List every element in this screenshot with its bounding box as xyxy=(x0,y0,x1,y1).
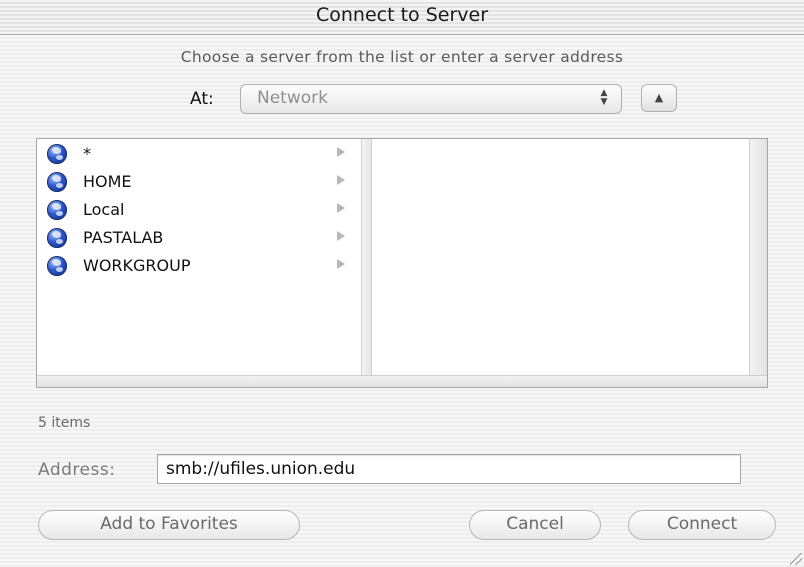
network-globe-icon xyxy=(47,172,67,192)
item-count: 5 items xyxy=(38,415,91,431)
disclosure-arrow-icon xyxy=(337,231,345,241)
list-item-label: WORKGROUP xyxy=(83,256,191,275)
disclosure-arrow-icon xyxy=(337,259,345,269)
go-up-button[interactable]: ▲ xyxy=(641,84,677,112)
list-item-label: * xyxy=(83,144,91,163)
list-item-label: Local xyxy=(83,200,125,219)
column-resize-handle-2[interactable] xyxy=(749,139,767,387)
server-browser[interactable]: * HOME Local PASTALAB WORKGROUP xyxy=(36,138,768,388)
instruction-text: Choose a server from the list or enter a… xyxy=(180,48,624,66)
address-field[interactable]: smb://ufiles.union.edu xyxy=(157,454,741,484)
at-label: At: xyxy=(190,89,214,109)
network-globe-icon xyxy=(47,228,67,248)
disclosure-arrow-icon xyxy=(337,147,345,157)
window-title: Connect to Server xyxy=(315,4,489,26)
location-popup-value: Network xyxy=(257,88,328,108)
list-item-pastalab[interactable]: PASTALAB xyxy=(47,226,357,252)
list-item-star[interactable]: * xyxy=(47,142,357,168)
address-label: Address: xyxy=(38,460,116,480)
list-item-label: HOME xyxy=(83,172,132,191)
disclosure-arrow-icon xyxy=(337,175,345,185)
list-item-label: PASTALAB xyxy=(83,228,164,247)
network-globe-icon xyxy=(47,200,67,220)
horizontal-scrollbar[interactable] xyxy=(37,375,767,387)
title-bar[interactable]: Connect to Server xyxy=(0,0,804,35)
connect-button[interactable]: Connect xyxy=(628,510,776,540)
list-item-home[interactable]: HOME xyxy=(47,170,357,196)
address-value: smb://ufiles.union.edu xyxy=(166,459,356,479)
add-to-favorites-button[interactable]: Add to Favorites xyxy=(38,510,300,540)
network-globe-icon xyxy=(47,144,67,164)
up-triangle-icon: ▲ xyxy=(654,91,664,104)
resize-grip-icon[interactable] xyxy=(790,553,802,565)
network-globe-icon xyxy=(47,256,67,276)
popup-arrows-icon: ▲ ▼ xyxy=(600,88,608,107)
list-item-local[interactable]: Local xyxy=(47,198,357,224)
browser-column-1: * HOME Local PASTALAB WORKGROUP xyxy=(37,139,362,387)
disclosure-arrow-icon xyxy=(337,203,345,213)
location-popup[interactable]: Network ▲ ▼ xyxy=(240,84,622,114)
list-item-workgroup[interactable]: WORKGROUP xyxy=(47,254,357,280)
column-resize-handle[interactable] xyxy=(362,139,372,387)
cancel-button[interactable]: Cancel xyxy=(469,510,601,540)
